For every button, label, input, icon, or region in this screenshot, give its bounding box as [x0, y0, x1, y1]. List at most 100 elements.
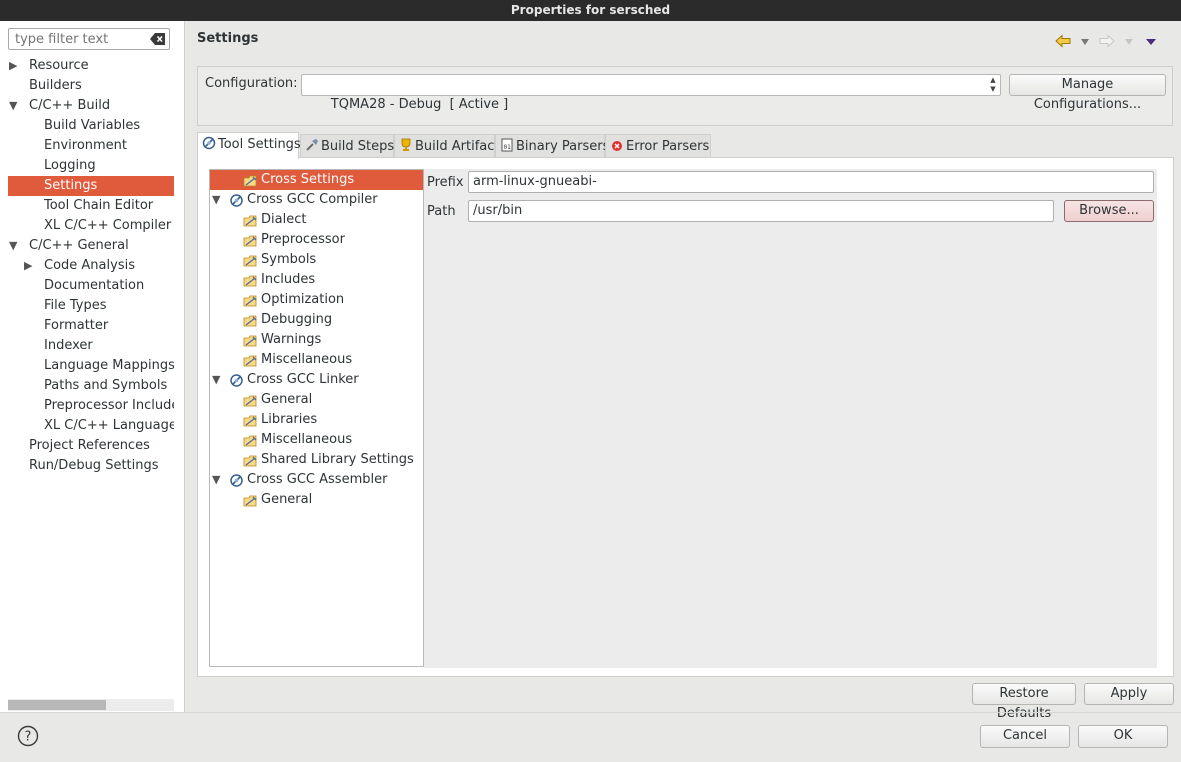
- manage-configurations-button[interactable]: Manage Configurations...: [1009, 74, 1166, 112]
- tool-tree-tool[interactable]: ▼ Cross GCC Assembler: [210, 470, 423, 490]
- tool-tree-option[interactable]: Shared Library Settings: [210, 450, 423, 470]
- nav-item[interactable]: XL C/C++ Language (: [8, 416, 174, 436]
- restore-defaults-button[interactable]: Restore Defaults: [972, 683, 1076, 721]
- cancel-button[interactable]: Cancel: [980, 725, 1070, 748]
- nav-item-label: C/C++ General: [29, 238, 129, 253]
- back-menu-chevron-icon[interactable]: [1080, 38, 1090, 46]
- tool-tree-label: General: [261, 492, 313, 507]
- collapsed-arrow-icon[interactable]: ▶: [9, 56, 21, 76]
- window-title: Properties for sersched: [0, 0, 1181, 21]
- back-arrow-icon[interactable]: [1055, 34, 1071, 48]
- tool-tree-option[interactable]: General: [210, 490, 423, 510]
- tool-tree-label: Libraries: [261, 412, 318, 427]
- tab-build-artifact[interactable]: Build Artifact: [394, 134, 500, 158]
- nav-item[interactable]: Tool Chain Editor: [8, 196, 174, 216]
- horizontal-scrollbar[interactable]: [8, 699, 174, 711]
- tool-tree-option[interactable]: Cross Settings: [210, 170, 423, 190]
- expanded-arrow-icon[interactable]: ▼: [9, 236, 21, 256]
- nav-item[interactable]: XL C/C++ Compiler: [8, 216, 174, 236]
- tab-label: Build Artifact: [415, 139, 500, 154]
- nav-item[interactable]: Documentation: [8, 276, 174, 296]
- nav-item-label: Project References: [29, 438, 150, 453]
- tool-tree-option[interactable]: Warnings: [210, 330, 423, 350]
- tool-tree-tool[interactable]: ▼ Cross GCC Linker: [210, 370, 423, 390]
- clear-filter-icon[interactable]: [150, 32, 166, 46]
- nav-item[interactable]: Logging: [8, 156, 174, 176]
- option-category-icon: [243, 315, 257, 327]
- nav-item[interactable]: Language Mappings: [8, 356, 174, 376]
- nav-item[interactable]: Project References: [8, 436, 174, 456]
- option-category-icon: [243, 175, 257, 187]
- nav-item[interactable]: Settings: [8, 176, 174, 196]
- nav-item[interactable]: Build Variables: [8, 116, 174, 136]
- nav-item[interactable]: ▼ C/C++ Build: [8, 96, 174, 116]
- tool-tree-label: Includes: [261, 272, 316, 287]
- tool-tree-option[interactable]: Preprocessor: [210, 230, 423, 250]
- tab-error-parsers[interactable]: Error Parsers: [605, 134, 711, 158]
- option-category-icon: [243, 235, 257, 247]
- expanded-arrow-icon[interactable]: ▼: [212, 470, 220, 490]
- expanded-arrow-icon[interactable]: ▼: [212, 190, 220, 210]
- history-navigation: [1055, 33, 1165, 51]
- tab-label: Build Steps: [321, 139, 395, 154]
- tool-tree-option[interactable]: Debugging: [210, 310, 423, 330]
- tool-icon: [230, 374, 243, 387]
- view-menu-icon[interactable]: [1145, 38, 1157, 46]
- tool-tree-option[interactable]: Symbols: [210, 250, 423, 270]
- tool-tree-label: Cross GCC Assembler: [247, 472, 388, 487]
- collapsed-arrow-icon[interactable]: ▶: [24, 256, 36, 276]
- nav-item[interactable]: ▶ Resource: [8, 56, 174, 76]
- tab-binary-parsers[interactable]: 01 Binary Parsers: [495, 134, 609, 158]
- tool-tree-label: Preprocessor: [261, 232, 345, 247]
- tool-tree-label: Cross GCC Linker: [247, 372, 359, 387]
- tool-tree-option[interactable]: Libraries: [210, 410, 423, 430]
- nav-item[interactable]: Preprocessor Include: [8, 396, 174, 416]
- nav-item[interactable]: File Types: [8, 296, 174, 316]
- tool-tree-option[interactable]: Miscellaneous: [210, 350, 423, 370]
- nav-item[interactable]: Formatter: [8, 316, 174, 336]
- nav-item[interactable]: Environment: [8, 136, 174, 156]
- browse-button[interactable]: Browse...: [1064, 200, 1154, 222]
- tool-tree-tool[interactable]: ▼ Cross GCC Compiler: [210, 190, 423, 210]
- option-category-icon: [243, 455, 257, 467]
- scrollbar-thumb[interactable]: [8, 700, 106, 710]
- tool-tree-option[interactable]: Miscellaneous: [210, 430, 423, 450]
- forward-arrow-icon[interactable]: [1099, 34, 1115, 48]
- tab-tool-settings[interactable]: Tool Settings: [197, 132, 301, 159]
- prefix-input[interactable]: arm-linux-gnueabi-: [468, 171, 1154, 193]
- expanded-arrow-icon[interactable]: ▼: [9, 96, 21, 116]
- forward-menu-chevron-icon[interactable]: [1124, 38, 1134, 46]
- tool-settings-icon: [202, 136, 216, 150]
- nav-item-label: Preprocessor Include: [44, 398, 174, 413]
- nav-item-label: XL C/C++ Language (: [44, 418, 174, 433]
- filter-input[interactable]: [13, 29, 147, 49]
- nav-item[interactable]: Paths and Symbols: [8, 376, 174, 396]
- apply-button[interactable]: Apply: [1084, 683, 1174, 705]
- path-input[interactable]: /usr/bin: [468, 200, 1054, 222]
- nav-item[interactable]: ▶ Code Analysis: [8, 256, 174, 276]
- nav-item-label: Paths and Symbols: [44, 378, 168, 393]
- nav-item[interactable]: Run/Debug Settings: [8, 456, 174, 476]
- tool-tree-option[interactable]: General: [210, 390, 423, 410]
- nav-item[interactable]: Builders: [8, 76, 174, 96]
- tool-tree-label: Warnings: [261, 332, 322, 347]
- option-category-icon: [243, 395, 257, 407]
- nav-item-label: C/C++ Build: [29, 98, 111, 113]
- nav-item[interactable]: ▼ C/C++ General: [8, 236, 174, 256]
- filter-box: [8, 28, 170, 50]
- option-category-icon: [243, 495, 257, 507]
- tool-tree-label: Shared Library Settings: [261, 452, 414, 467]
- tool-tree-option[interactable]: Optimization: [210, 290, 423, 310]
- nav-item-label: Language Mappings: [44, 358, 174, 373]
- help-icon[interactable]: ?: [17, 725, 39, 747]
- configuration-select[interactable]: TQMA28 - Debug [ Active ] ▲ ▼: [301, 74, 1001, 112]
- tool-tree-option[interactable]: Includes: [210, 270, 423, 290]
- tool-tree-label: Optimization: [261, 292, 345, 307]
- navigation-tree: ▶ Resource Builders ▼ C/C++ Build Build Varia…: [8, 56, 174, 476]
- nav-item[interactable]: Indexer: [8, 336, 174, 356]
- tool-tree-option[interactable]: Dialect: [210, 210, 423, 230]
- tab-build-steps[interactable]: Build Steps: [300, 134, 394, 158]
- tab-label: Tool Settings: [218, 137, 301, 152]
- ok-button[interactable]: OK: [1078, 725, 1168, 748]
- expanded-arrow-icon[interactable]: ▼: [212, 370, 220, 390]
